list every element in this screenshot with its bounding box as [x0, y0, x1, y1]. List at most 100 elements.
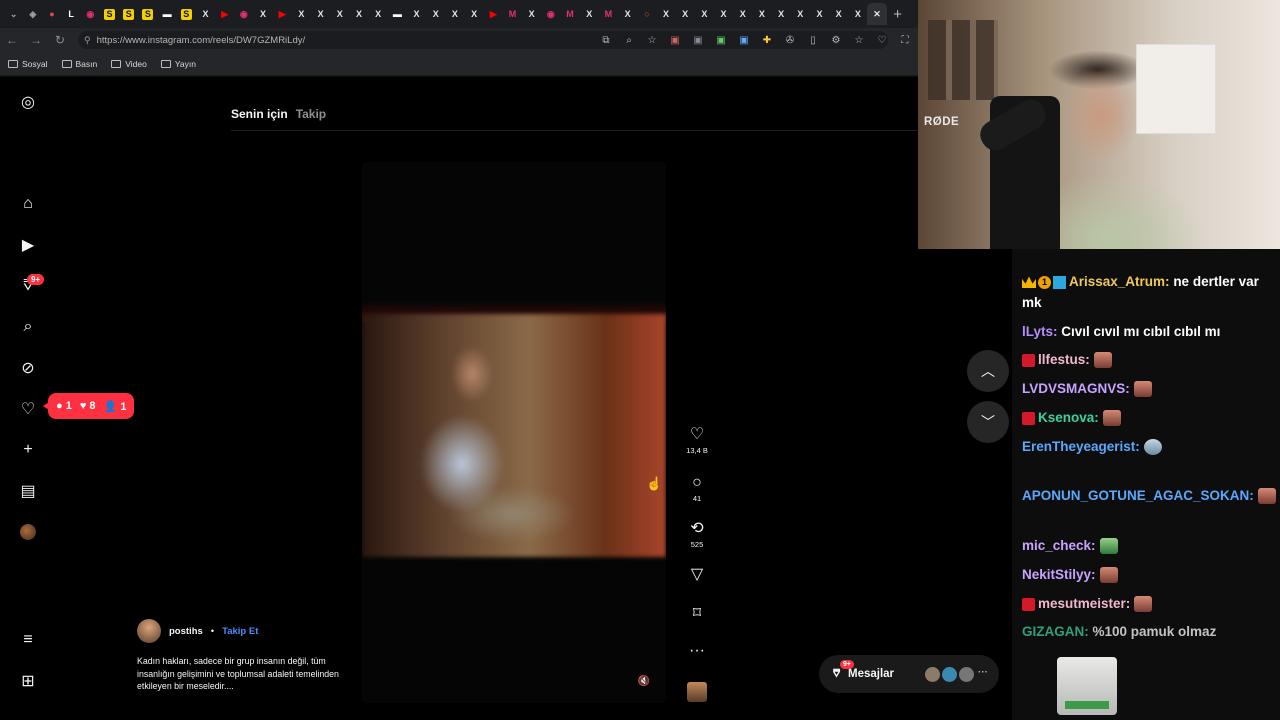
next-reel-button[interactable]: ﹀ — [967, 401, 1009, 443]
chat-username[interactable]: mesutmeister: — [1038, 596, 1130, 611]
bookmark-folder[interactable]: Sosyal — [8, 59, 48, 69]
instagram-logo-icon[interactable]: ◎ — [18, 92, 38, 112]
browser-tab[interactable]: S — [100, 3, 119, 25]
browser-tab[interactable]: X — [618, 3, 637, 25]
home-icon[interactable]: ⌂ — [18, 194, 38, 214]
zoom-icon[interactable]: ⌕ — [621, 32, 637, 48]
browser-tab[interactable]: X — [330, 3, 349, 25]
reload-icon[interactable]: ↻ — [48, 33, 72, 47]
browser-essentials-icon[interactable]: ♡ — [874, 32, 890, 48]
forward-icon[interactable]: → — [24, 33, 48, 47]
notifications-heart-icon[interactable]: ♡ — [18, 399, 38, 419]
browser-tab[interactable]: X — [695, 3, 714, 25]
browser-tab[interactable]: M — [599, 3, 618, 25]
extension-icon[interactable]: ▣ — [667, 32, 683, 48]
browser-tab[interactable]: X — [196, 3, 215, 25]
repost-button[interactable]: ⟲ 525 — [684, 519, 710, 549]
browser-tab[interactable]: ◈ — [23, 3, 42, 25]
browser-tab[interactable]: ◉ — [541, 3, 560, 25]
apps-icon[interactable]: ⊞ — [18, 671, 38, 691]
browser-tab[interactable]: X — [426, 3, 445, 25]
browser-tab[interactable]: ▶ — [215, 3, 234, 25]
tab-following[interactable]: Takip — [296, 107, 326, 121]
reel-video-player[interactable]: 🔇 — [362, 162, 666, 703]
more-options-button[interactable]: ··· — [684, 641, 710, 661]
install-app-icon[interactable]: ⧉ — [598, 32, 614, 48]
notification-summary-pill[interactable]: ● 1 ♥ 8 👤 1 — [42, 393, 135, 419]
favorites-icon[interactable]: ☆ — [851, 32, 867, 48]
browser-tab[interactable]: M — [503, 3, 522, 25]
more-menu-icon[interactable]: ≡ — [18, 630, 38, 650]
new-tab-button[interactable]: + — [887, 6, 909, 23]
screenshot-icon[interactable]: ⛶ — [897, 32, 913, 48]
save-button[interactable]: ⌑ — [684, 604, 710, 624]
browser-tab[interactable]: X — [311, 3, 330, 25]
browser-tab[interactable]: X — [714, 3, 733, 25]
browser-tab[interactable]: X — [791, 3, 810, 25]
extension-icon[interactable]: ▣ — [736, 32, 752, 48]
browser-tab[interactable]: X — [848, 3, 867, 25]
browser-tab[interactable]: X — [465, 3, 484, 25]
bookmark-star-icon[interactable]: ☆ — [644, 32, 660, 48]
bookmark-folder[interactable]: Basın — [61, 59, 97, 69]
browser-tab[interactable]: ● — [42, 3, 61, 25]
reel-caption[interactable]: Kadın hakları, sadece bir grup insanın d… — [137, 655, 342, 693]
bookmark-folder[interactable]: Video — [111, 59, 147, 69]
browser-tab[interactable]: S — [138, 3, 157, 25]
chat-username[interactable]: LVDVSMAGNVS: — [1022, 381, 1130, 396]
extension-icon[interactable]: ✚ — [759, 32, 775, 48]
browser-tab[interactable]: ○ — [637, 3, 656, 25]
browser-tab[interactable]: S — [177, 3, 196, 25]
chat-username[interactable]: mic_check: — [1022, 538, 1096, 553]
browser-tab[interactable]: X — [810, 3, 829, 25]
browser-tab[interactable]: ◉ — [81, 3, 100, 25]
site-info-icon[interactable]: ⚲ — [84, 35, 91, 46]
author-avatar[interactable] — [137, 619, 161, 643]
browser-tab[interactable]: ▶ — [484, 3, 503, 25]
browser-tab[interactable]: ▬ — [388, 3, 407, 25]
chat-username[interactable]: APONUN_GOTUNE_AGAC_SOKAN: — [1022, 488, 1254, 503]
back-icon[interactable]: ← — [0, 33, 24, 47]
chat-username[interactable]: Arissax_Atrum: — [1069, 274, 1170, 289]
tab-for-you[interactable]: Senin için — [231, 107, 288, 121]
browser-tab[interactable]: X — [407, 3, 426, 25]
browser-tab[interactable]: X — [522, 3, 541, 25]
browser-tab[interactable]: X — [733, 3, 752, 25]
chat-username[interactable]: NekitStilyy: — [1022, 567, 1096, 582]
extension-icon[interactable]: ▣ — [713, 32, 729, 48]
create-plus-icon[interactable]: + — [18, 440, 38, 460]
browser-tab[interactable]: L — [62, 3, 81, 25]
author-name[interactable]: postihs — [169, 626, 203, 637]
side-panel-icon[interactable]: ▯ — [805, 32, 821, 48]
messages-pill[interactable]: ⩢ 9+ Mesajlar ··· — [819, 655, 999, 693]
mute-icon[interactable]: 🔇 — [636, 673, 652, 689]
browser-tab[interactable]: X — [369, 3, 388, 25]
chat-username[interactable]: GIZAGAN: — [1022, 624, 1089, 639]
previous-reel-button[interactable]: ︿ — [967, 350, 1009, 392]
profile-avatar[interactable] — [20, 524, 36, 540]
explore-icon[interactable]: ⊘ — [18, 358, 38, 378]
extension-icon[interactable]: ▣ — [690, 32, 706, 48]
extension-icon[interactable]: ✇ — [782, 32, 798, 48]
search-icon[interactable]: ⌕ — [18, 317, 38, 337]
browser-tab[interactable]: ▶ — [273, 3, 292, 25]
browser-tab[interactable]: X — [580, 3, 599, 25]
follow-button[interactable]: Takip Et — [222, 626, 258, 637]
chat-username[interactable]: llfestus: — [1038, 352, 1090, 367]
browser-tab[interactable]: X — [656, 3, 675, 25]
active-tab[interactable]: ✕ — [867, 3, 887, 25]
comment-button[interactable]: ○ 41 — [684, 473, 710, 503]
reels-icon[interactable]: ▶ — [18, 235, 38, 255]
chat-username[interactable]: Ksenova: — [1038, 410, 1099, 425]
chat-username[interactable]: lLyts: — [1022, 324, 1058, 339]
browser-tab[interactable]: X — [292, 3, 311, 25]
dashboard-icon[interactable]: ▤ — [18, 481, 38, 501]
browser-tab[interactable]: ▬ — [158, 3, 177, 25]
browser-tab[interactable]: X — [752, 3, 771, 25]
puzzle-icon[interactable]: ⚙ — [828, 32, 844, 48]
browser-tab[interactable]: ⌄ — [4, 3, 23, 25]
chat-username[interactable]: ErenTheyeagerist: — [1022, 439, 1140, 454]
browser-tab[interactable]: X — [676, 3, 695, 25]
browser-tab[interactable]: X — [445, 3, 464, 25]
bookmark-folder[interactable]: Yayın — [160, 59, 196, 69]
